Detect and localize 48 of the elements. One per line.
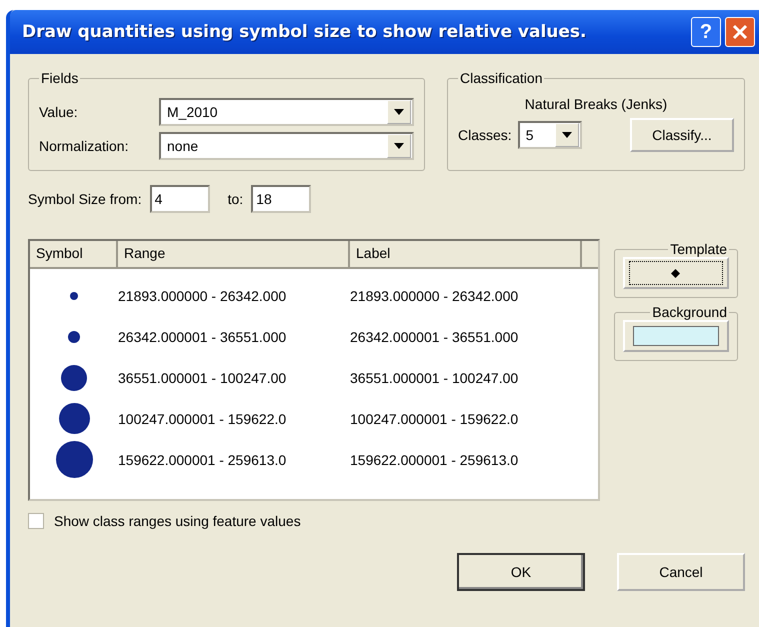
- column-header[interactable]: Range: [118, 241, 350, 267]
- group-title: Background: [651, 304, 728, 320]
- group-title: Template: [669, 241, 728, 257]
- circle-symbol-icon: [68, 330, 80, 342]
- classification-method: Natural Breaks (Jenks): [524, 96, 668, 112]
- classify-button[interactable]: Classify...: [630, 118, 734, 152]
- circle-symbol-icon: [56, 441, 92, 478]
- label-cell-text: 36551.000001 - 100247.00: [350, 370, 520, 386]
- size-to-input[interactable]: 18: [251, 185, 312, 213]
- field-label: Value:: [39, 104, 79, 120]
- range-cell-text: 100247.000001 - 159622.0: [118, 410, 288, 426]
- group-title: Fields: [40, 70, 80, 86]
- group-title: Classification: [459, 70, 544, 86]
- caret-icon: [394, 143, 404, 149]
- field-label: to:: [228, 191, 244, 207]
- label-cell-text: 100247.000001 - 159622.0: [350, 410, 520, 426]
- checkbox-label: Show class ranges using feature values: [54, 513, 301, 529]
- diamond-icon: [671, 268, 680, 278]
- value-dropdown[interactable]: M_2010: [159, 98, 414, 126]
- checkbox[interactable]: [28, 513, 44, 529]
- close-icon: [732, 24, 748, 40]
- size-from-input[interactable]: 4: [150, 185, 210, 213]
- circle-symbol-icon: [61, 364, 87, 390]
- background-button[interactable]: [623, 320, 729, 352]
- range-cell-text: 21893.000000 - 26342.000: [118, 288, 288, 304]
- classes-dropdown[interactable]: 5: [518, 121, 582, 149]
- label-cell-text: 21893.000000 - 26342.000: [350, 288, 520, 304]
- dialog-button[interactable]: Cancel: [617, 553, 745, 591]
- field-label: Symbol Size from:: [28, 191, 142, 207]
- window-title: Draw quantities using symbol size to show relative values.: [22, 22, 588, 42]
- label-cell-text: 26342.000001 - 36551.000: [350, 328, 520, 344]
- range-cell-text: 36551.000001 - 100247.00: [118, 370, 288, 386]
- range-cell-text: 26342.000001 - 36551.000: [118, 328, 288, 344]
- field-label: Classes:: [458, 127, 512, 143]
- range-cell-text: 159622.000001 - 259613.0: [118, 452, 288, 468]
- normalization-dropdown[interactable]: none: [159, 132, 414, 160]
- field-label: Normalization:: [39, 138, 130, 154]
- dialog-button[interactable]: OK: [457, 553, 585, 591]
- column-header[interactable]: Symbol: [30, 241, 118, 267]
- close-button[interactable]: [725, 17, 755, 47]
- help-button[interactable]: ?: [691, 17, 721, 47]
- caret-icon: [562, 132, 572, 138]
- template-button[interactable]: [623, 257, 729, 289]
- column-header[interactable]: Label: [350, 241, 582, 267]
- circle-symbol-icon: [70, 292, 78, 300]
- caret-icon: [394, 109, 404, 115]
- label-cell-text: 159622.000001 - 259613.0: [350, 452, 520, 468]
- circle-symbol-icon: [58, 403, 90, 434]
